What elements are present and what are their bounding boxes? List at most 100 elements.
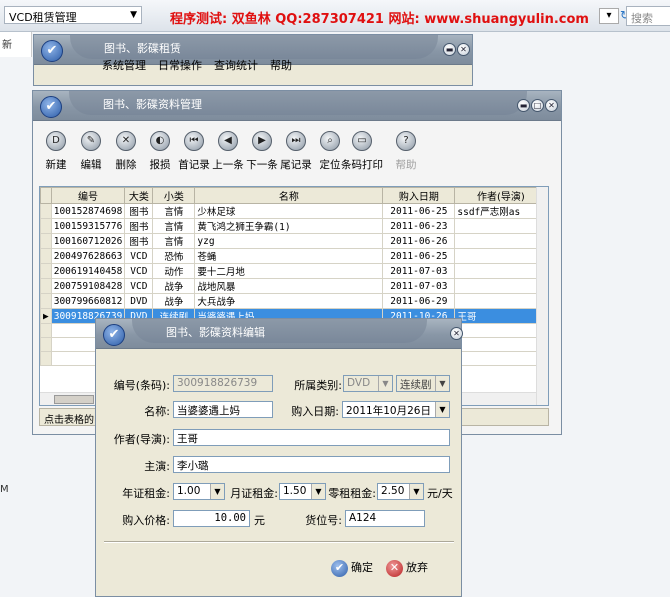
table-cell[interactable]: ssdf严志刚as — [454, 203, 548, 219]
table-cell[interactable]: 大兵战争 — [194, 293, 384, 309]
manage-window-titlebar[interactable]: ✔ 图书、影碟资料管理 ▬ □ ✕ — [33, 91, 561, 121]
table-row[interactable]: 200759108428 VCD 战争 战地风暴 2011-07-03 — [40, 278, 548, 294]
minimize-button[interactable]: ▬ — [517, 99, 530, 112]
table-cell[interactable]: 恐怖 — [152, 248, 196, 264]
menu-daily[interactable]: 日常操作 — [158, 57, 202, 73]
table-cell[interactable]: 图书 — [124, 233, 154, 249]
table-cell[interactable]: 100159315776 — [50, 218, 126, 234]
table-cell[interactable]: 200619140458 — [50, 263, 126, 279]
table-cell[interactable]: 200497628663 — [50, 248, 126, 264]
minimize-button[interactable]: ▬ — [443, 43, 456, 56]
chevron-down-icon[interactable]: ▼ — [130, 10, 137, 20]
table-cell[interactable]: 言情 — [152, 203, 196, 219]
chevron-down-icon[interactable]: ▾ — [599, 8, 619, 24]
table-cell[interactable]: DVD — [124, 293, 154, 309]
barcode-field[interactable]: 300918826739 — [173, 375, 273, 392]
table-cell[interactable]: 王哥 — [454, 308, 548, 324]
column-header[interactable]: 作者(导演) — [454, 187, 548, 204]
table-cell[interactable]: 苍蝇 — [194, 248, 384, 264]
table-cell[interactable]: 图书 — [124, 203, 154, 219]
table-row[interactable]: 200619140458 VCD 动作 要十二月地 2011-07-03 — [40, 263, 548, 279]
table-cell[interactable] — [454, 263, 548, 279]
row-indicator[interactable] — [40, 263, 52, 279]
table-cell[interactable]: 战地风暴 — [194, 278, 384, 294]
table-cell[interactable]: 黄飞鸿之狮王争霸(1) — [194, 218, 384, 234]
row-indicator[interactable] — [40, 248, 52, 264]
table-cell[interactable] — [454, 278, 548, 294]
category-main-select[interactable]: DVD ▼ — [343, 375, 393, 392]
table-cell[interactable] — [454, 293, 548, 309]
table-cell[interactable]: 言情 — [152, 218, 196, 234]
edit-dialog-titlebar[interactable]: ✔ 图书、影碟资料编辑 ✕ — [96, 319, 463, 349]
table-row[interactable]: 100159315776 图书 言情 黄飞鸿之狮王争霸(1) 2011-06-23 — [40, 218, 548, 234]
chevron-down-icon[interactable]: ▼ — [311, 484, 325, 499]
table-row[interactable]: 100152874698 图书 言情 少林足球 2011-06-25 ssdf严志刚as — [40, 203, 548, 219]
toolbar-button-barcode-print[interactable]: ▭ 条码打印 — [341, 131, 383, 172]
table-cell[interactable]: 2011-07-03 — [382, 278, 456, 294]
side-tab[interactable]: 新 — [0, 32, 32, 57]
column-header[interactable]: 编号 — [50, 187, 126, 204]
table-cell[interactable]: 言情 — [152, 233, 196, 249]
table-cell[interactable] — [454, 218, 548, 234]
table-cell[interactable]: VCD — [124, 248, 154, 264]
chevron-down-icon[interactable]: ▼ — [378, 376, 392, 391]
table-row[interactable]: 300799660812 DVD 战争 大兵战争 2011-06-29 — [40, 293, 548, 309]
table-cell[interactable]: 要十二月地 — [194, 263, 384, 279]
menu-help[interactable]: 帮助 — [270, 57, 292, 73]
column-header[interactable]: 名称 — [194, 187, 384, 204]
close-button[interactable]: ✕ — [457, 43, 470, 56]
month-rent-select[interactable]: 1.50 ▼ — [279, 483, 326, 500]
row-pointer-icon[interactable]: ▶ — [40, 308, 52, 324]
chevron-down-icon[interactable]: ▼ — [435, 376, 449, 391]
table-cell[interactable]: 2011-06-29 — [382, 293, 456, 309]
table-cell[interactable]: 2011-06-23 — [382, 218, 456, 234]
table-cell[interactable]: 300799660812 — [50, 293, 126, 309]
retail-rent-select[interactable]: 2.50 ▼ — [377, 483, 424, 500]
actor-field[interactable]: 李小璐 — [173, 456, 450, 473]
author-field[interactable]: 王哥 — [173, 429, 450, 446]
row-indicator[interactable] — [40, 218, 52, 234]
table-cell[interactable]: 2011-06-25 — [382, 248, 456, 264]
year-rent-select[interactable]: 1.00 ▼ — [173, 483, 225, 500]
row-indicator[interactable] — [40, 203, 52, 219]
table-cell[interactable]: 100160712026 — [50, 233, 126, 249]
table-cell[interactable]: 战争 — [152, 278, 196, 294]
table-cell[interactable]: 少林足球 — [194, 203, 384, 219]
table-cell[interactable]: yzg — [194, 233, 384, 249]
maximize-button[interactable]: □ — [531, 99, 544, 112]
table-row[interactable]: 200497628663 VCD 恐怖 苍蝇 2011-06-25 — [40, 248, 548, 264]
cancel-button[interactable]: ✕ 放弃 — [386, 559, 428, 577]
column-header[interactable]: 购入日期 — [382, 187, 456, 204]
menu-query[interactable]: 查询统计 — [214, 57, 258, 73]
table-cell[interactable]: VCD — [124, 263, 154, 279]
name-field[interactable]: 当婆婆遇上妈 — [173, 401, 273, 418]
category-sub-select[interactable]: 连续剧 ▼ — [396, 375, 450, 392]
column-header[interactable]: 大类 — [124, 187, 154, 204]
chevron-down-icon[interactable]: ▼ — [210, 484, 224, 499]
table-cell[interactable]: 图书 — [124, 218, 154, 234]
table-cell[interactable]: 2011-06-26 — [382, 233, 456, 249]
column-header[interactable]: 小类 — [152, 187, 196, 204]
table-cell[interactable]: 2011-06-25 — [382, 203, 456, 219]
toolbar-button-help[interactable]: ? 帮助 — [389, 131, 423, 172]
table-row[interactable]: 100160712026 图书 言情 yzg 2011-06-26 — [40, 233, 548, 249]
table-cell[interactable]: 动作 — [152, 263, 196, 279]
table-cell[interactable]: VCD — [124, 278, 154, 294]
row-indicator[interactable] — [40, 278, 52, 294]
shelf-field[interactable]: A124 — [345, 510, 425, 527]
price-field[interactable]: 10.00 — [173, 510, 250, 527]
browser-tab[interactable]: VCD租赁管理 ▼ — [4, 6, 142, 24]
purchase-date-picker[interactable]: 2011年10月26日 ▼ — [342, 401, 450, 418]
menu-system[interactable]: 系统管理 — [102, 57, 146, 73]
chevron-down-icon[interactable]: ▼ — [435, 402, 449, 417]
close-button[interactable]: ✕ — [450, 327, 463, 340]
search-input[interactable]: 搜索 — [626, 6, 670, 26]
table-cell[interactable] — [454, 233, 548, 249]
ok-button[interactable]: ✔ 确定 — [331, 559, 373, 577]
table-cell[interactable] — [454, 248, 548, 264]
table-cell[interactable]: 战争 — [152, 293, 196, 309]
row-indicator[interactable] — [40, 293, 52, 309]
row-indicator[interactable] — [40, 233, 52, 249]
table-cell[interactable]: 200759108428 — [50, 278, 126, 294]
table-cell[interactable]: 100152874698 — [50, 203, 126, 219]
